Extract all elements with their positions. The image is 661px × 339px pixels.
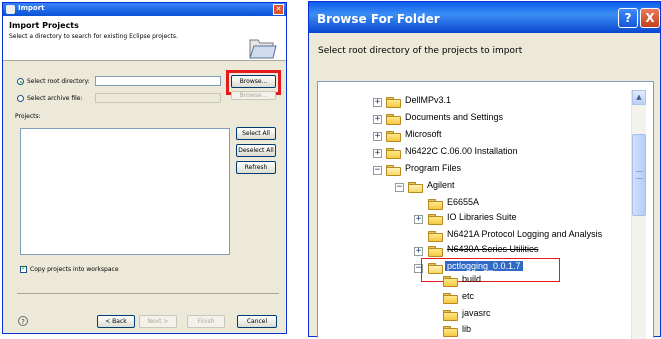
folder-icon [386, 97, 401, 108]
import-close-button[interactable]: ✕ [273, 4, 284, 15]
tree-node-etc[interactable]: etc [462, 291, 474, 301]
tree-node-program-files[interactable]: Program Files [405, 163, 461, 173]
browse-titlebar[interactable]: Browse For Folder ? X [309, 2, 660, 33]
tree-node-microsoft[interactable]: Microsoft [405, 129, 442, 139]
select-all-button[interactable]: Select All [236, 127, 276, 140]
refresh-button[interactable]: Refresh [236, 161, 276, 174]
select-archive-label: Select archive file: [27, 95, 83, 102]
projects-list[interactable] [20, 128, 230, 255]
open-folder-icon [249, 39, 277, 59]
scroll-thumb[interactable] [632, 134, 646, 216]
tree-node-n6430a[interactable]: N6430A Series Utilities [447, 244, 539, 254]
copy-projects-checkbox[interactable] [20, 264, 27, 273]
expand-plus-icon[interactable]: + [373, 132, 382, 141]
tree-node-documents[interactable]: Documents and Settings [405, 112, 503, 122]
help-title-button[interactable]: ? [618, 8, 638, 28]
folder-icon [443, 276, 458, 287]
scroll-up-arrow-icon[interactable]: ▲ [632, 90, 646, 105]
select-root-radio[interactable] [17, 78, 24, 85]
root-directory-field[interactable] [95, 76, 221, 86]
expand-plus-icon[interactable]: + [414, 215, 423, 224]
next-button: Next > [139, 315, 177, 328]
folder-icon [428, 246, 443, 257]
folder-icon [428, 199, 443, 210]
browse-title: Browse For Folder [317, 12, 440, 26]
finish-button: Finish [187, 315, 225, 328]
folder-icon [386, 148, 401, 159]
folder-icon [443, 310, 458, 321]
tree-node-dellmp[interactable]: DellMPv3.1 [405, 95, 451, 105]
import-titlebar[interactable]: Import ✕ [3, 3, 286, 16]
browse-instruction: Select root directory of the projects to… [318, 46, 523, 56]
projects-label: Projects: [15, 113, 41, 120]
collapse-minus-icon[interactable]: − [373, 166, 382, 175]
tree-node-n6421a[interactable]: N6421A Protocol Logging and Analysis [447, 229, 602, 239]
folder-icon [386, 114, 401, 125]
select-root-label: Select root directory: [27, 78, 90, 85]
folder-icon [443, 326, 458, 337]
folder-icon [428, 231, 443, 242]
folder-icon [386, 131, 401, 142]
expand-plus-icon[interactable]: + [414, 247, 423, 256]
tree-node-lib[interactable]: lib [462, 324, 471, 334]
expand-plus-icon[interactable]: + [373, 149, 382, 158]
browse-archive-button: Browse... [231, 91, 276, 100]
tree-node-e6655a[interactable]: E6655A [447, 197, 479, 207]
eclipse-app-icon [6, 5, 15, 14]
selected-folder-highlight-annotation [421, 258, 560, 282]
import-header: Import Projects Select a directory to se… [3, 16, 286, 61]
tree-node-io-libraries[interactable]: IO Libraries Suite [447, 212, 517, 222]
import-description: Select a directory to search for existin… [9, 33, 178, 40]
folder-icon [443, 293, 458, 304]
dialog-separator [17, 293, 279, 294]
browse-for-folder-dialog: Browse For Folder ? X Select root direct… [308, 1, 661, 339]
cancel-button[interactable]: Cancel [237, 315, 277, 328]
copy-projects-label: Copy projects into workspace [30, 266, 119, 273]
collapse-minus-icon[interactable]: − [395, 183, 404, 192]
import-dialog: Import ✕ Import Projects Select a direct… [2, 2, 287, 334]
scroll-grip-icon [636, 171, 643, 179]
open-folder-icon [386, 165, 401, 176]
question-mark-icon[interactable]: ? [18, 316, 28, 326]
archive-file-field [95, 93, 221, 103]
expand-plus-icon[interactable]: + [373, 115, 382, 124]
folder-icon [428, 214, 443, 225]
import-heading: Import Projects [9, 21, 79, 30]
tree-node-build[interactable]: build [462, 274, 481, 284]
deselect-all-button[interactable]: Deselect All [236, 144, 276, 157]
close-title-button[interactable]: X [640, 8, 660, 28]
tree-node-javasrc[interactable]: javasrc [462, 308, 491, 318]
expand-plus-icon[interactable]: + [373, 98, 382, 107]
tree-node-agilent[interactable]: Agilent [427, 180, 455, 190]
open-folder-icon [408, 182, 423, 193]
select-archive-radio[interactable] [17, 95, 24, 102]
tree-node-n6422c[interactable]: N6422C C.06.00 Installation [405, 146, 518, 156]
tree-scrollbar[interactable]: ▲ [631, 90, 646, 339]
back-button[interactable]: < Back [97, 315, 135, 328]
import-title: Import [18, 4, 45, 12]
